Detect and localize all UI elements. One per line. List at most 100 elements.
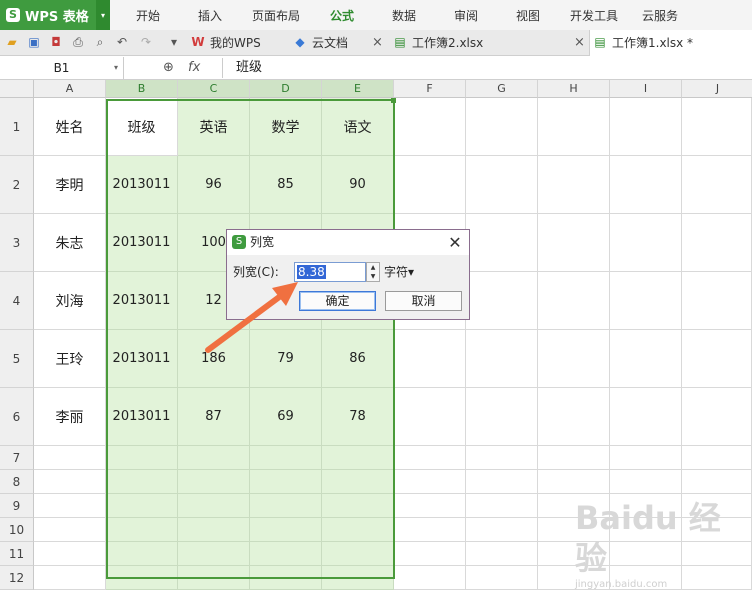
cell-f1[interactable] (394, 98, 466, 156)
row-header-4[interactable]: 4 (0, 272, 34, 330)
cell-i2[interactable] (610, 156, 682, 214)
menu-formulas[interactable]: 公式 (330, 0, 354, 30)
zoom-search-icon[interactable]: ⊕ (163, 58, 181, 78)
print-icon[interactable]: ⎙ (70, 34, 86, 50)
cell-g10[interactable] (466, 518, 538, 542)
cell-j4[interactable] (682, 272, 752, 330)
name-box[interactable]: B1 (0, 57, 124, 79)
app-logo-button[interactable]: S WPS 表格 (0, 0, 96, 30)
redo-icon[interactable]: ↷ (138, 34, 154, 50)
cell-f7[interactable] (394, 446, 466, 470)
cell-f11[interactable] (394, 542, 466, 566)
column-header-j[interactable]: J (682, 80, 752, 98)
cell-g12[interactable] (466, 566, 538, 590)
close-icon[interactable]: ✕ (444, 230, 466, 255)
menu-review[interactable]: 审阅 (454, 0, 478, 30)
cell-i6[interactable] (610, 388, 682, 446)
cell-f12[interactable] (394, 566, 466, 590)
open-folder-icon[interactable]: ▰ (4, 34, 20, 50)
row-header-9[interactable]: 9 (0, 494, 34, 518)
stepper-down-icon[interactable]: ▼ (371, 273, 376, 280)
cell-h4[interactable] (538, 272, 610, 330)
column-header-a[interactable]: A (34, 80, 106, 98)
function-icon[interactable]: fx (188, 57, 200, 79)
cell-g9[interactable] (466, 494, 538, 518)
column-header-i[interactable]: I (610, 80, 682, 98)
name-box-dropdown-icon[interactable]: ▾ (114, 57, 124, 79)
cell-a8[interactable] (34, 470, 106, 494)
ok-button[interactable]: 确定 (299, 291, 376, 311)
cell-i8[interactable] (610, 470, 682, 494)
cell-g1[interactable] (466, 98, 538, 156)
cell-g7[interactable] (466, 446, 538, 470)
cell-f10[interactable] (394, 518, 466, 542)
menu-data[interactable]: 数据 (392, 0, 416, 30)
close-tab-icon[interactable]: × (574, 30, 585, 56)
cell-f2[interactable] (394, 156, 466, 214)
menu-view[interactable]: 视图 (516, 0, 540, 30)
row-header-1[interactable]: 1 (0, 98, 34, 156)
cell-j2[interactable] (682, 156, 752, 214)
cell-a6[interactable]: 李丽 (34, 388, 106, 446)
cell-h8[interactable] (538, 470, 610, 494)
menu-cloud-service[interactable]: 云服务 (642, 0, 678, 30)
tab-workbook2[interactable]: 工作簿2.xlsx (412, 30, 483, 56)
cell-f6[interactable] (394, 388, 466, 446)
stepper-up-icon[interactable]: ▲ (371, 264, 376, 271)
cell-i1[interactable] (610, 98, 682, 156)
cell-g5[interactable] (466, 330, 538, 388)
column-width-stepper[interactable]: ▲ ▼ (366, 262, 380, 282)
row-header-11[interactable]: 11 (0, 542, 34, 566)
app-menu-dropdown-button[interactable]: ▾ (96, 0, 110, 30)
menu-page-layout[interactable]: 页面布局 (252, 0, 300, 30)
column-header-f[interactable]: F (394, 80, 466, 98)
cell-a12[interactable] (34, 566, 106, 590)
cell-f9[interactable] (394, 494, 466, 518)
column-header-c[interactable]: C (178, 80, 250, 98)
cell-a9[interactable] (34, 494, 106, 518)
cell-g2[interactable] (466, 156, 538, 214)
cell-f8[interactable] (394, 470, 466, 494)
menu-home[interactable]: 开始 (136, 0, 160, 30)
column-header-g[interactable]: G (466, 80, 538, 98)
menu-insert[interactable]: 插入 (198, 0, 222, 30)
cell-a4[interactable]: 刘海 (34, 272, 106, 330)
cell-h7[interactable] (538, 446, 610, 470)
column-header-b[interactable]: B (106, 80, 178, 98)
unit-select[interactable]: 字符▾ (384, 263, 414, 281)
cell-h1[interactable] (538, 98, 610, 156)
row-header-12[interactable]: 12 (0, 566, 34, 590)
cell-a7[interactable] (34, 446, 106, 470)
column-header-h[interactable]: H (538, 80, 610, 98)
cell-g3[interactable] (466, 214, 538, 272)
row-header-6[interactable]: 6 (0, 388, 34, 446)
cell-g4[interactable] (466, 272, 538, 330)
cell-i7[interactable] (610, 446, 682, 470)
cell-h2[interactable] (538, 156, 610, 214)
cancel-button[interactable]: 取消 (385, 291, 462, 311)
cell-i5[interactable] (610, 330, 682, 388)
cell-i3[interactable] (610, 214, 682, 272)
cell-j7[interactable] (682, 446, 752, 470)
row-header-7[interactable]: 7 (0, 446, 34, 470)
menu-developer[interactable]: 开发工具 (570, 0, 618, 30)
cell-j1[interactable] (682, 98, 752, 156)
tab-my-wps[interactable]: 我的WPS (210, 30, 261, 56)
cell-a5[interactable]: 王玲 (34, 330, 106, 388)
column-header-e[interactable]: E (322, 80, 394, 98)
cell-a11[interactable] (34, 542, 106, 566)
cell-h5[interactable] (538, 330, 610, 388)
cell-g8[interactable] (466, 470, 538, 494)
tab-cloud-docs[interactable]: 云文档 (312, 30, 348, 56)
row-header-5[interactable]: 5 (0, 330, 34, 388)
cell-a2[interactable]: 李明 (34, 156, 106, 214)
fill-handle[interactable] (391, 98, 396, 103)
cell-j8[interactable] (682, 470, 752, 494)
undo-icon[interactable]: ↶ (114, 34, 130, 50)
column-header-d[interactable]: D (250, 80, 322, 98)
export-pdf-icon[interactable]: ◘ (48, 34, 64, 50)
cell-h6[interactable] (538, 388, 610, 446)
formula-input[interactable]: 班级 (236, 57, 262, 79)
cell-f5[interactable] (394, 330, 466, 388)
row-header-8[interactable]: 8 (0, 470, 34, 494)
